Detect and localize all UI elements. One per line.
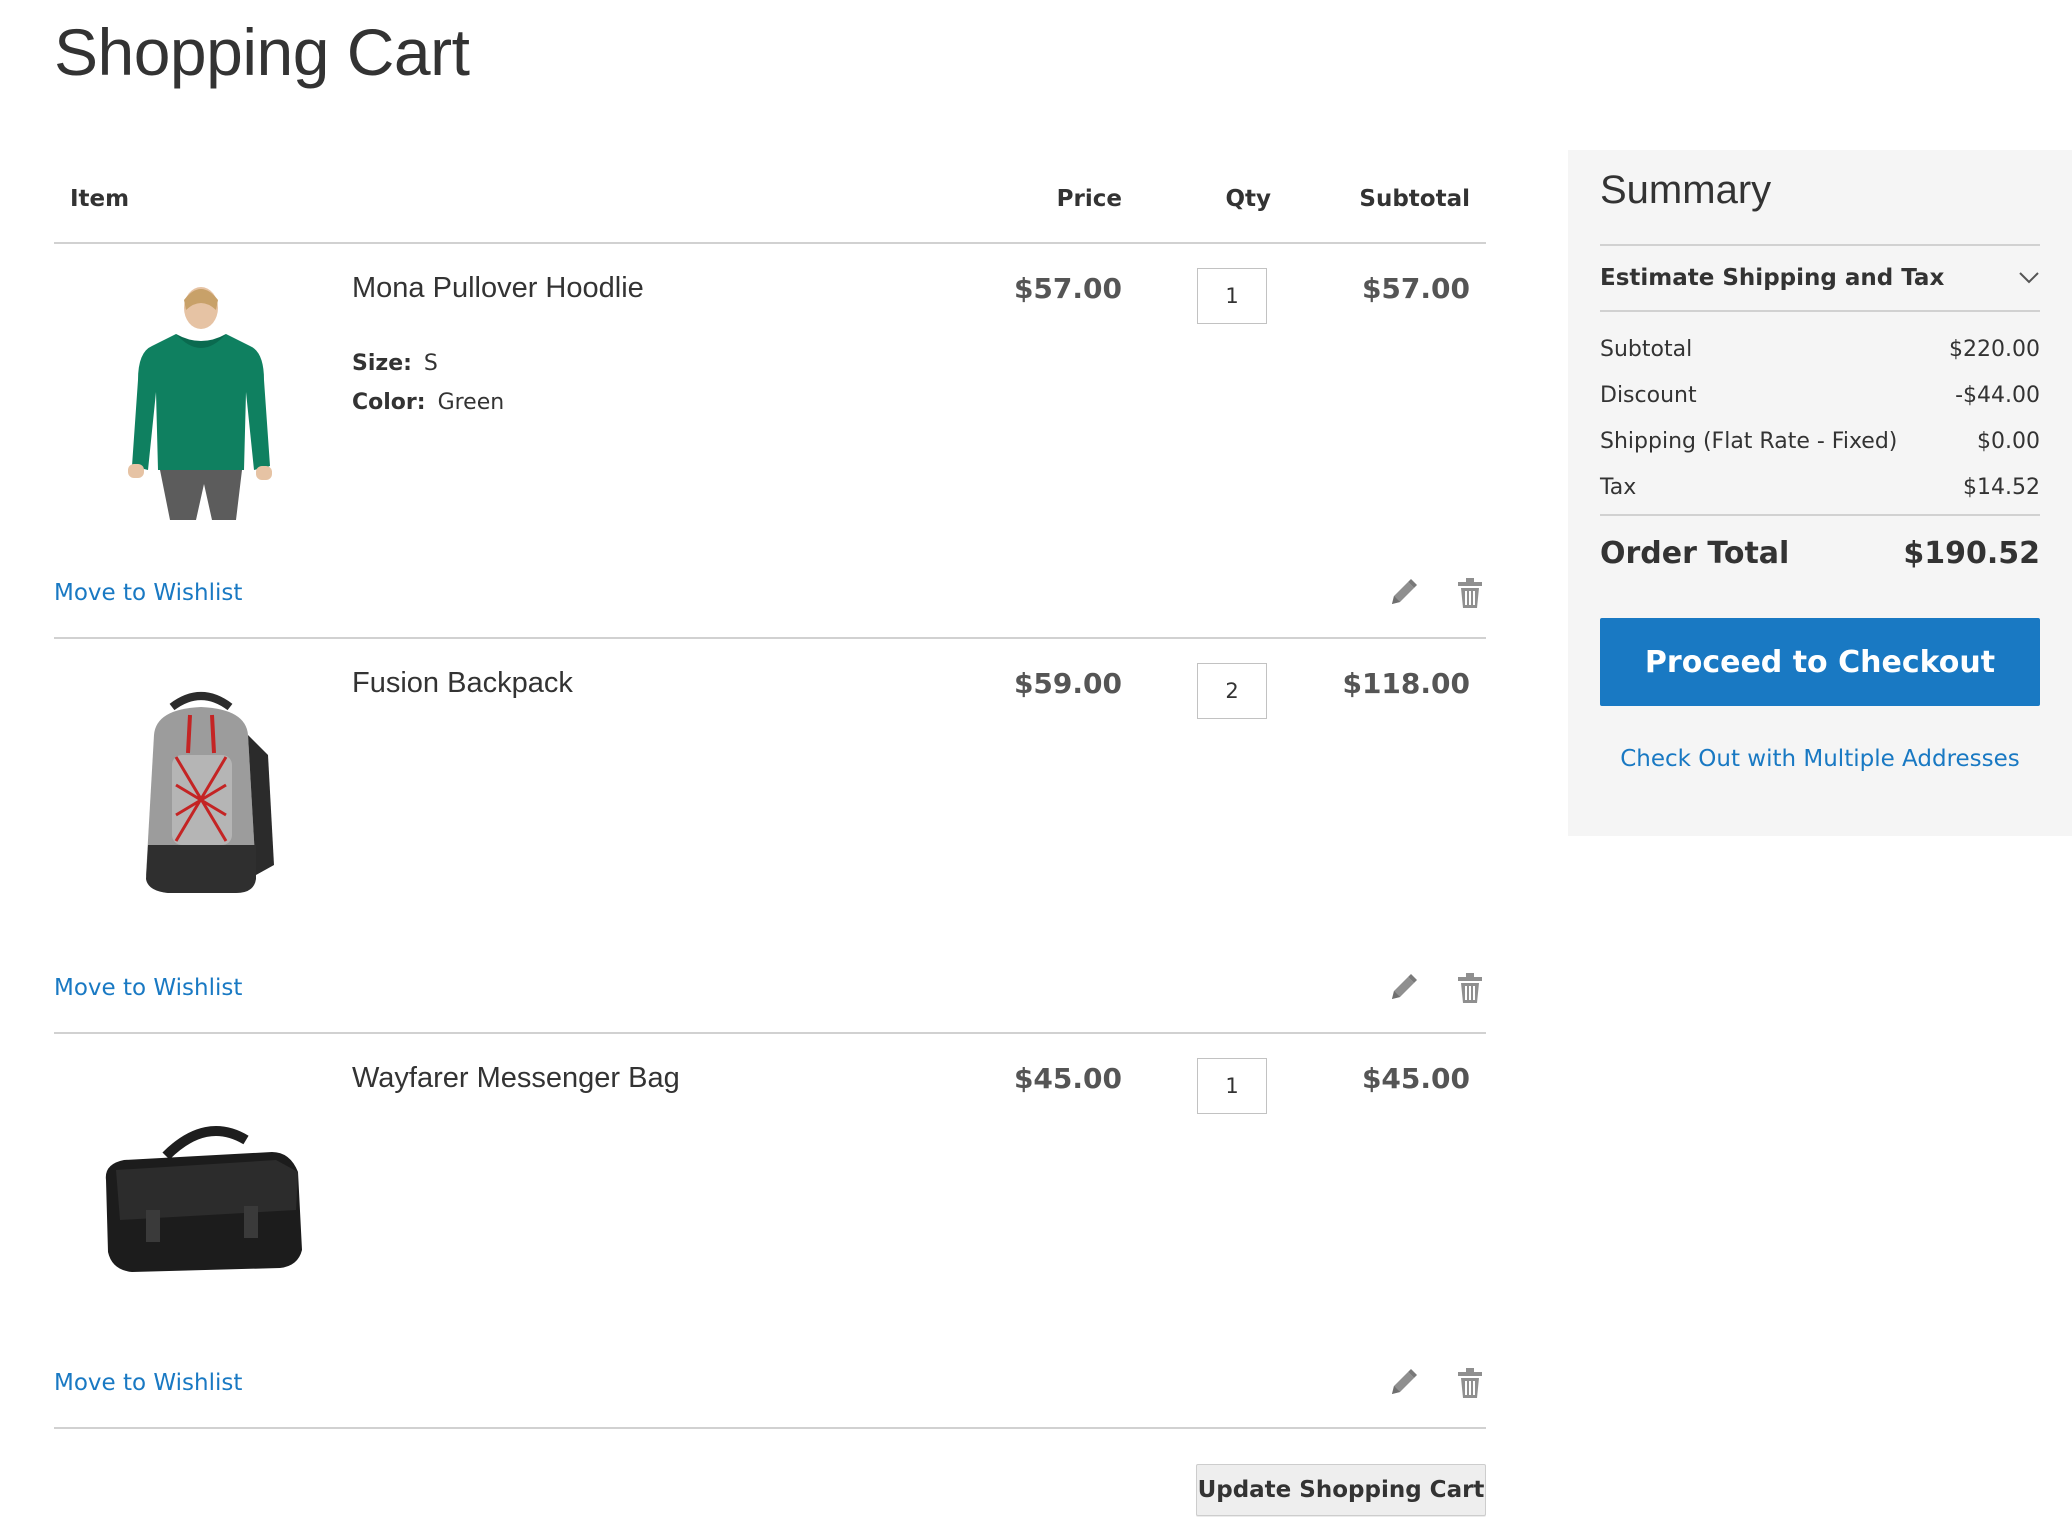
qty-input[interactable]: 1 xyxy=(1197,1058,1267,1114)
estimate-shipping-toggle[interactable]: Estimate Shipping and Tax xyxy=(1600,244,2040,312)
option-value: Green xyxy=(437,390,505,415)
totals-list: Subtotal $220.00 Discount -$44.00 Shippi… xyxy=(1600,312,2040,510)
item-price: $59.00 xyxy=(1013,667,1122,700)
edit-button[interactable] xyxy=(1386,576,1418,610)
item-subtotal: $45.00 xyxy=(1361,1062,1470,1095)
totals-value: $14.52 xyxy=(1963,474,2040,500)
item-actions xyxy=(1386,971,1486,1005)
pencil-icon xyxy=(1392,579,1417,604)
item-actions xyxy=(1386,1366,1486,1400)
multiple-addresses-checkout-link[interactable]: Check Out with Multiple Addresses xyxy=(1600,746,2040,772)
totals-row-subtotal: Subtotal $220.00 xyxy=(1600,326,2040,372)
item-subtotal: $57.00 xyxy=(1361,272,1470,305)
summary-title: Summary xyxy=(1600,168,1772,212)
hoodie-image-icon xyxy=(76,270,326,520)
messenger-bag-product-image[interactable] xyxy=(76,1060,326,1310)
option-label: Size: xyxy=(352,351,412,376)
column-header-item: Item xyxy=(70,186,130,212)
pencil-icon xyxy=(1392,1369,1417,1394)
column-header-price: Price xyxy=(1056,186,1122,212)
trash-icon xyxy=(1458,578,1482,608)
qty-input[interactable]: 1 xyxy=(1197,268,1267,324)
product-name[interactable]: Mona Pullover Hoodlie xyxy=(352,272,644,305)
order-total-row: Order Total $190.52 xyxy=(1600,514,2040,590)
column-header-qty: Qty xyxy=(1225,186,1271,212)
chevron-down-icon xyxy=(2019,272,2039,284)
order-total-label: Order Total xyxy=(1600,535,1790,571)
cart-item-row: Fusion Backpack $59.00 2 $118.00 Move to… xyxy=(54,639,1486,1034)
item-price: $57.00 xyxy=(1013,272,1122,305)
trash-icon xyxy=(1458,973,1482,1003)
edit-button[interactable] xyxy=(1386,1366,1418,1400)
totals-label: Discount xyxy=(1600,382,1697,408)
edit-button[interactable] xyxy=(1386,971,1418,1005)
product-name[interactable]: Wayfarer Messenger Bag xyxy=(352,1062,680,1095)
totals-row-tax: Tax $14.52 xyxy=(1600,464,2040,510)
proceed-to-checkout-button[interactable]: Proceed to Checkout xyxy=(1600,618,2040,706)
totals-value: $0.00 xyxy=(1977,428,2040,454)
totals-label: Tax xyxy=(1600,474,1637,500)
cart-item-row: Mona Pullover Hoodlie Size: S Color: Green… xyxy=(54,244,1486,639)
qty-input[interactable]: 2 xyxy=(1197,663,1267,719)
hoodie-product-image[interactable] xyxy=(76,270,326,520)
move-to-wishlist-link[interactable]: Move to Wishlist xyxy=(54,580,242,606)
move-to-wishlist-link[interactable]: Move to Wishlist xyxy=(54,975,242,1001)
option-size: Size: S xyxy=(352,344,504,383)
option-value: S xyxy=(423,351,438,376)
pencil-icon xyxy=(1392,974,1417,999)
delete-button[interactable] xyxy=(1454,576,1486,610)
item-subtotal: $118.00 xyxy=(1342,667,1470,700)
item-actions xyxy=(1386,576,1486,610)
cart-table-header: Item Price Qty Subtotal xyxy=(54,160,1486,244)
update-shopping-cart-button[interactable]: Update Shopping Cart xyxy=(1196,1464,1486,1516)
delete-button[interactable] xyxy=(1454,1366,1486,1400)
option-label: Color: xyxy=(352,390,426,415)
totals-row-discount: Discount -$44.00 xyxy=(1600,372,2040,418)
totals-value: $220.00 xyxy=(1949,336,2040,362)
totals-label: Subtotal xyxy=(1600,336,1693,362)
backpack-image-icon xyxy=(76,665,326,915)
totals-row-shipping: Shipping (Flat Rate - Fixed) $0.00 xyxy=(1600,418,2040,464)
page-title: Shopping Cart xyxy=(54,15,470,89)
messenger-bag-image-icon xyxy=(76,1060,326,1310)
cart-table: Item Price Qty Subtotal Mona Pullover Ho… xyxy=(54,160,1486,1429)
totals-value: -$44.00 xyxy=(1955,382,2040,408)
item-price: $45.00 xyxy=(1013,1062,1122,1095)
trash-icon xyxy=(1458,1368,1482,1398)
column-header-subtotal: Subtotal xyxy=(1359,186,1470,212)
estimate-shipping-label: Estimate Shipping and Tax xyxy=(1600,265,1945,291)
move-to-wishlist-link[interactable]: Move to Wishlist xyxy=(54,1370,242,1396)
delete-button[interactable] xyxy=(1454,971,1486,1005)
backpack-product-image[interactable] xyxy=(76,665,326,915)
product-name[interactable]: Fusion Backpack xyxy=(352,667,573,700)
order-total-value: $190.52 xyxy=(1903,535,2040,571)
totals-label: Shipping (Flat Rate - Fixed) xyxy=(1600,428,1898,454)
option-color: Color: Green xyxy=(352,383,504,422)
order-summary: Summary Estimate Shipping and Tax Subtot… xyxy=(1568,150,2072,836)
cart-item-row: Wayfarer Messenger Bag $45.00 1 $45.00 M… xyxy=(54,1034,1486,1429)
product-options: Size: S Color: Green xyxy=(352,344,504,422)
